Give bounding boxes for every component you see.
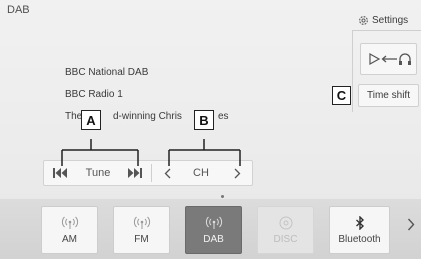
side-divider (352, 30, 353, 112)
callout-c: C (332, 86, 351, 105)
radio-waves-icon (61, 216, 78, 229)
callout-b: B (194, 110, 214, 130)
chevron-right-icon (407, 218, 415, 231)
settings-label: Settings (372, 15, 409, 26)
source-dab-label: DAB (203, 233, 224, 245)
screen-title: DAB (7, 4, 30, 16)
disc-icon (279, 216, 292, 229)
station-name: BBC Radio 1 (65, 89, 123, 100)
callout-brackets (61, 139, 241, 166)
time-shift-label: Time shift (367, 90, 410, 101)
source-dab-button[interactable]: DAB (185, 206, 242, 254)
header-divider (352, 30, 421, 31)
page-indicator-dot (221, 195, 224, 198)
sound-source-output-button[interactable] (360, 43, 417, 75)
gear-icon (359, 16, 368, 25)
play-to-headphones-icon (368, 52, 411, 66)
time-shift-button[interactable]: Time shift (358, 84, 419, 107)
source-disc-button[interactable]: DISC (257, 206, 314, 254)
source-bluetooth-label: Bluetooth (338, 233, 381, 245)
program-text-end: es (218, 111, 229, 122)
radio-waves-icon (205, 216, 222, 229)
radio-waves-icon (133, 216, 150, 229)
source-am-label: AM (62, 233, 77, 245)
program-text-middle: d-winning Chris (113, 111, 182, 122)
callout-a: A (81, 110, 101, 130)
source-fm-button[interactable]: FM (113, 206, 170, 254)
bluetooth-icon (355, 215, 364, 230)
more-sources-button[interactable] (407, 218, 415, 236)
settings-button[interactable]: Settings (358, 11, 418, 30)
source-fm-label: FM (134, 233, 149, 245)
source-bluetooth-button[interactable]: Bluetooth (329, 206, 390, 254)
source-disc-label: DISC (273, 233, 298, 245)
ensemble-name: BBC National DAB (65, 67, 149, 78)
source-am-button[interactable]: AM (41, 206, 98, 254)
program-text-start: The (65, 111, 83, 122)
